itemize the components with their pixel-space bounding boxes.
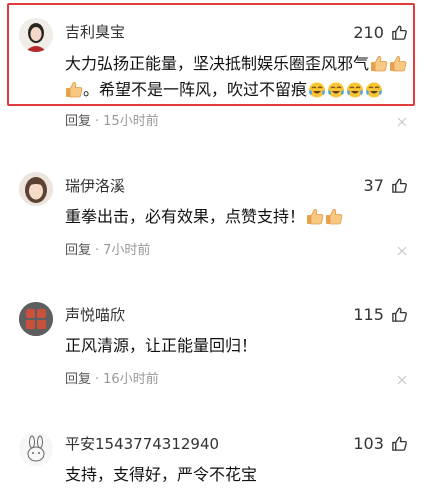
username[interactable]: 平安1543774312940 [65,434,219,454]
close-icon[interactable] [397,246,407,256]
crying-laughing-emoji-icon [347,82,364,98]
comment-meta: 回复 · 7小时前 [65,242,150,260]
comment-item-1: 吉利臭宝 210 大力弘扬正能量，坚决抵制娱乐圈歪风邪气 。希望不是一阵风，吹过… [0,0,437,140]
avatar[interactable] [19,432,53,466]
pattern-tiles-avatar-icon [19,302,53,336]
comment-meta: 回复 · 15小时前 [65,113,159,131]
meta-separator: · [95,114,100,129]
thumbs-up-icon [392,307,407,322]
comment-text: 重拳出击，必有效果，点赞支持！ [65,204,411,230]
comment-time: 16小时前 [103,372,159,387]
like-button[interactable]: 103 [353,433,408,454]
comment-time: 15小时前 [103,114,159,129]
like-button[interactable]: 115 [353,304,408,325]
like-count: 210 [353,22,384,42]
meta-separator: · [95,243,100,258]
comment-item-3: 声悦喵欣 115 正风清源，让正能量回归！ 回复 · 16小时前 [0,270,437,400]
thumbs-up-emoji-icon [326,209,343,225]
thumbs-up-emoji-icon [307,209,324,225]
thumbs-up-icon [392,178,407,193]
reply-button[interactable]: 回复 [65,372,91,387]
like-count: 103 [353,433,384,453]
username[interactable]: 吉利臭宝 [65,22,125,42]
like-button[interactable]: 37 [364,175,408,196]
reply-button[interactable]: 回复 [65,114,91,129]
close-icon[interactable] [397,375,407,385]
like-count: 37 [363,175,384,195]
meta-separator: · [95,372,100,387]
username[interactable]: 声悦喵欣 [65,305,125,325]
crying-laughing-emoji-icon [328,82,345,98]
comment-text: 支持，支得好，严令不花宝 [65,465,258,484]
woman-portrait-avatar-icon [19,18,53,52]
comment-item-4: 平安1543774312940 103 支持，支得好，严令不花宝 [0,400,437,492]
avatar[interactable] [19,172,53,206]
thumbs-up-emoji-icon [390,56,407,72]
comment-time: 7小时前 [103,243,151,258]
reply-button[interactable]: 回复 [65,243,91,258]
comment-item-2: 瑞伊洛溪 37 重拳出击，必有效果，点赞支持！ 回复 · 7小时前 [0,140,437,270]
rabbit-sketch-avatar-icon [19,432,53,466]
close-icon[interactable] [397,117,407,127]
crying-laughing-emoji-icon [309,82,326,98]
comment-text: 正风清源，让正能量回归！ [65,336,258,355]
girl-photo-avatar-icon [19,172,53,206]
crying-laughing-emoji-icon [366,82,383,98]
thumbs-up-emoji-icon [371,56,388,72]
comment-meta: 回复 · 16小时前 [65,371,159,389]
thumbs-up-icon [392,25,407,40]
thumbs-up-emoji-icon [66,82,83,98]
avatar[interactable] [19,18,53,52]
like-count: 115 [353,304,384,324]
comment-text: 大力弘扬正能量，坚决抵制娱乐圈歪风邪气 。希望不是一阵风，吹过不留痕 [65,51,411,103]
thumbs-up-icon [392,436,407,451]
username[interactable]: 瑞伊洛溪 [65,176,125,196]
like-button[interactable]: 210 [353,22,408,43]
avatar[interactable] [19,302,53,336]
